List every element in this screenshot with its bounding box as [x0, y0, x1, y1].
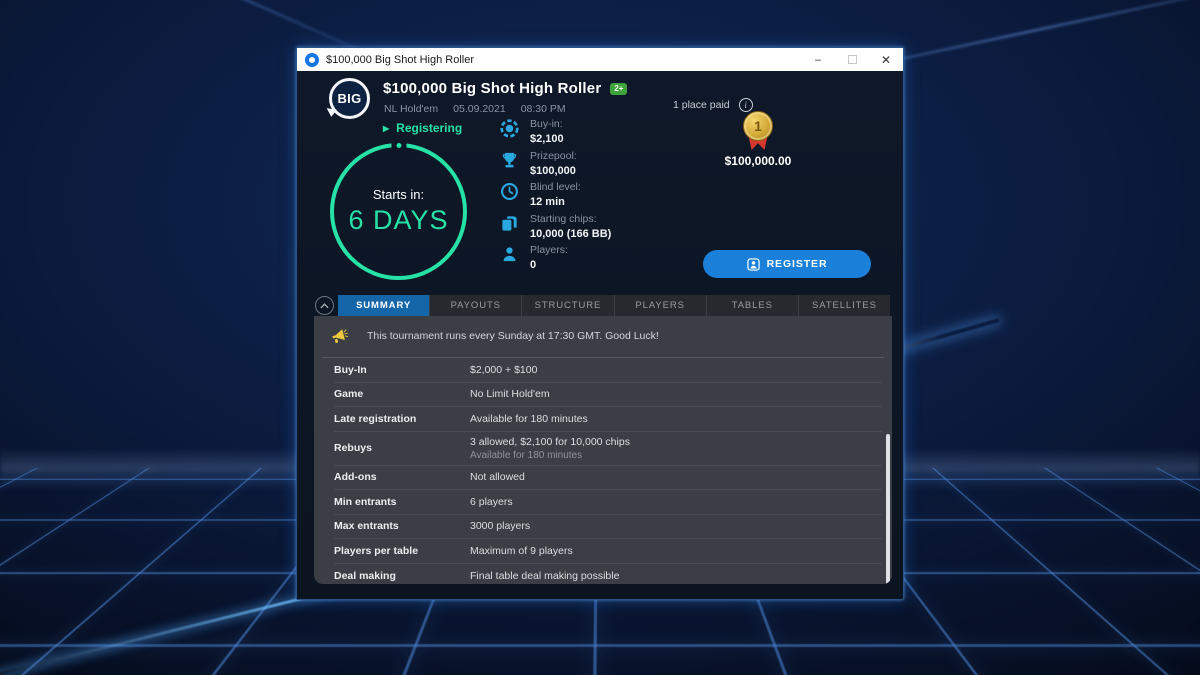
window-titlebar: $100,000 Big Shot High Roller – ✕: [297, 48, 903, 71]
stat-prizepool: Prizepool: $100,000: [500, 150, 695, 182]
places-paid-label: 1 place paid: [673, 99, 730, 111]
tournament-title-row: $100,000 Big Shot High Roller 2+: [383, 80, 627, 97]
tournament-title: $100,000 Big Shot High Roller: [383, 80, 601, 97]
maximize-button[interactable]: [835, 48, 869, 71]
tournament-logo: BIG: [329, 78, 370, 119]
stat-label: Buy-in:: [530, 118, 564, 130]
register-button[interactable]: REGISTER: [703, 250, 871, 278]
info-icon[interactable]: i: [739, 98, 753, 112]
table-row-min-entrants: Min entrants 6 players: [334, 490, 882, 515]
stat-blind-level: Blind level: 12 min: [500, 181, 695, 213]
row-label: Deal making: [334, 570, 470, 582]
tournament-badge: 2+: [610, 83, 627, 95]
table-row-rebuys: Rebuys 3 allowed, $2,100 for 10,000 chip…: [334, 432, 882, 466]
row-value: No Limit Hold'em: [470, 388, 882, 400]
countdown-value: 6 DAYS: [348, 205, 448, 236]
first-place-amount: $100,000.00: [703, 154, 813, 168]
row-label: Late registration: [334, 413, 470, 425]
summary-table: Buy-In $2,000 + $100 Game No Limit Hold'…: [334, 358, 882, 584]
tab-payouts[interactable]: PAYOUTS: [429, 295, 521, 316]
stat-label: Players:: [530, 244, 568, 256]
game-type: NL Hold'em: [384, 103, 438, 115]
row-value: $2,000 + $100: [470, 364, 882, 376]
tab-summary[interactable]: SUMMARY: [338, 295, 429, 316]
table-row-deal-making: Deal making Final table deal making poss…: [334, 564, 882, 585]
chevron-up-icon: [320, 303, 329, 309]
stat-buy-in: Buy-in: $2,100: [500, 118, 695, 150]
app-icon: [305, 53, 319, 67]
stat-value: $100,000: [530, 165, 577, 177]
stat-players: Players: 0: [500, 244, 695, 276]
register-person-icon: [747, 258, 760, 271]
table-row-late-registration: Late registration Available for 180 minu…: [334, 407, 882, 432]
tournament-subline: NL Hold'em 05.09.2021 08:30 PM: [384, 103, 566, 115]
row-note: Available for 180 minutes: [470, 450, 882, 461]
row-label: Max entrants: [334, 520, 470, 532]
chips-stack-icon: [500, 214, 519, 233]
table-row-max-entrants: Max entrants 3000 players: [334, 515, 882, 540]
row-value: Final table deal making possible: [470, 570, 882, 582]
first-place-medal-icon: 1: [743, 111, 773, 141]
tournament-window: $100,000 Big Shot High Roller – ✕ BIG $1…: [296, 47, 904, 600]
tab-tables[interactable]: TABLES: [706, 295, 798, 316]
clock-icon: [500, 182, 519, 201]
trophy-icon: [500, 151, 519, 170]
places-paid: 1 place paid i: [673, 98, 753, 112]
row-label: Add-ons: [334, 471, 470, 483]
row-value: Not allowed: [470, 471, 882, 483]
tab-bar: SUMMARY PAYOUTS STRUCTURE PLAYERS TABLES…: [338, 295, 890, 316]
table-row-game: Game No Limit Hold'em: [334, 383, 882, 408]
announcement: This tournament runs every Sunday at 17:…: [314, 316, 892, 354]
tournament-time: 08:30 PM: [521, 103, 566, 115]
stat-value: 12 min: [530, 196, 581, 208]
minimize-button[interactable]: –: [801, 48, 835, 71]
row-label: Game: [334, 388, 470, 400]
stat-value: 10,000 (166 BB): [530, 228, 611, 240]
tab-players[interactable]: PLAYERS: [614, 295, 706, 316]
panel-scrollbar[interactable]: [886, 434, 890, 584]
play-marker-icon: ▶: [383, 124, 389, 133]
table-row-buy-in: Buy-In $2,000 + $100: [334, 358, 882, 383]
stat-value: $2,100: [530, 133, 564, 145]
chip-icon: [500, 119, 519, 138]
table-row-players-per-table: Players per table Maximum of 9 players: [334, 539, 882, 564]
stat-label: Prizepool:: [530, 150, 577, 162]
row-label: Players per table: [334, 545, 470, 557]
stat-label: Starting chips:: [530, 213, 611, 225]
close-button[interactable]: ✕: [869, 48, 903, 71]
row-value: Available for 180 minutes: [470, 413, 882, 425]
summary-panel: This tournament runs every Sunday at 17:…: [314, 316, 892, 584]
row-value: 6 players: [470, 496, 882, 508]
megaphone-icon: [330, 327, 349, 345]
tournament-date: 05.09.2021: [453, 103, 506, 115]
row-label: Buy-In: [334, 364, 470, 376]
countdown-ring: Starts in: 6 DAYS: [330, 143, 467, 280]
countdown-label: Starts in:: [373, 187, 424, 202]
registration-status: ▶ Registering: [383, 121, 462, 135]
tournament-stats: Buy-in: $2,100 Prizepool: $100,000: [500, 118, 695, 276]
row-value: 3 allowed, $2,100 for 10,000 chips: [470, 436, 882, 448]
window-content: BIG $100,000 Big Shot High Roller 2+ NL …: [297, 71, 903, 599]
announcement-text: This tournament runs every Sunday at 17:…: [367, 330, 659, 342]
collapse-panel-button[interactable]: [315, 296, 334, 315]
row-label: Min entrants: [334, 496, 470, 508]
tab-structure[interactable]: STRUCTURE: [521, 295, 613, 316]
registration-status-label: Registering: [396, 121, 462, 135]
tab-satellites[interactable]: SATELLITES: [798, 295, 890, 316]
player-icon: [500, 245, 519, 264]
row-label: Rebuys: [334, 442, 470, 454]
payout-block: 1 $100,000.00: [703, 111, 813, 168]
stat-label: Blind level:: [530, 181, 581, 193]
maximize-icon: [848, 55, 857, 64]
row-value: 3000 players: [470, 520, 882, 532]
window-title: $100,000 Big Shot High Roller: [326, 54, 801, 66]
stat-starting-chips: Starting chips: 10,000 (166 BB): [500, 213, 695, 245]
row-value: Maximum of 9 players: [470, 545, 882, 557]
table-row-add-ons: Add-ons Not allowed: [334, 466, 882, 491]
stat-value: 0: [530, 259, 568, 271]
register-button-label: REGISTER: [767, 258, 828, 270]
